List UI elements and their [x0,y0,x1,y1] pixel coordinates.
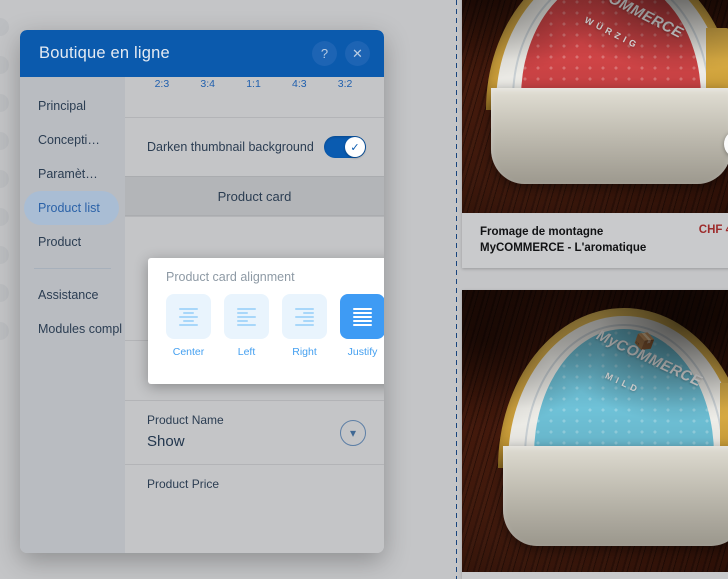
product-name-value: Show [147,433,185,450]
chevron-down-icon[interactable]: ▾ [340,419,366,446]
product-image: 📦 MyCOMMERCE MILD [462,290,728,572]
sidebar-item-parametres[interactable]: Paramèt… [20,157,125,191]
close-icon[interactable]: ✕ [345,41,370,66]
row-product-name[interactable]: Product Name Show ▾ [125,400,384,464]
alignment-option-right[interactable]: Right [282,294,327,358]
product-price: CHF 4.80 [698,224,728,236]
sidebar-item-principal[interactable]: Principal [20,89,125,123]
help-icon[interactable]: ? [312,41,337,66]
ratio-option-3-2[interactable]: 3:2 [338,79,353,93]
left-edge-strip [0,0,13,579]
alignment-option-label: Right [292,346,317,358]
aspect-ratio-options: 2:3 3:4 1:1 4:3 3:2 [125,77,384,93]
product-card[interactable]: 📦 MyCOMMERCE WÜRZIG Fromage de montagne … [462,0,728,268]
product-name-label: Product Name [147,413,224,427]
alignment-option-justify[interactable]: Justify [340,294,384,358]
product-card-alignment-popup: Product card alignment Center Left Right… [148,258,384,384]
product-image: 📦 MyCOMMERCE WÜRZIG [462,0,728,213]
darken-thumbnail-toggle[interactable]: ✓ [324,136,366,158]
check-icon: ✓ [345,137,365,157]
alignment-option-center[interactable]: Center [166,294,211,358]
product-title-line1: Fromage de montagne [480,226,604,238]
sidebar-item-product-list[interactable]: Product list [24,191,119,225]
product-price-label: Product Price [147,477,220,491]
align-left-icon [224,294,269,339]
section-header-product-card: Product card [125,176,384,216]
sidebar-divider [34,268,111,269]
sidebar-item-product[interactable]: Product [20,225,125,259]
ratio-option-2-3[interactable]: 2:3 [155,79,170,93]
alignment-option-label: Center [172,346,205,358]
alignment-option-left[interactable]: Left [224,294,269,358]
ratio-option-3-4[interactable]: 3:4 [200,79,215,93]
align-right-icon [282,294,327,339]
darken-thumbnail-label: Darken thumbnail background [147,140,314,154]
dialog-sidebar: Principal Concepti… Paramèt… Product lis… [20,77,125,553]
dialog-title: Boutique en ligne [39,44,170,62]
screen-root: 📦 MyCOMMERCE WÜRZIG Fromage de montagne … [0,0,728,579]
row-product-price[interactable]: Product Price [125,464,384,508]
settings-dialog: Boutique en ligne ? ✕ Principal Concepti… [20,30,384,553]
alignment-option-label: Left [237,346,256,358]
sidebar-item-conception[interactable]: Concepti… [20,123,125,157]
alignment-popup-title: Product card alignment [166,270,295,284]
product-card[interactable]: 📦 MyCOMMERCE MILD [462,290,728,579]
sidebar-item-assistance[interactable]: Assistance [20,278,125,312]
product-title-line2: MyCOMMERCE - L'aromatique [480,242,647,254]
ratio-option-1-1[interactable]: 1:1 [246,79,261,93]
ratio-option-4-3[interactable]: 4:3 [292,79,307,93]
alignment-option-label: Justify [347,346,378,358]
preview-pane: 📦 MyCOMMERCE WÜRZIG Fromage de montagne … [457,0,728,579]
align-center-icon [166,294,211,339]
align-justify-icon [340,294,384,339]
sidebar-item-modules[interactable]: Modules compl [20,312,125,346]
row-darken-thumbnail: Darken thumbnail background ✓ [125,117,384,176]
dialog-titlebar: Boutique en ligne ? ✕ [20,30,384,77]
